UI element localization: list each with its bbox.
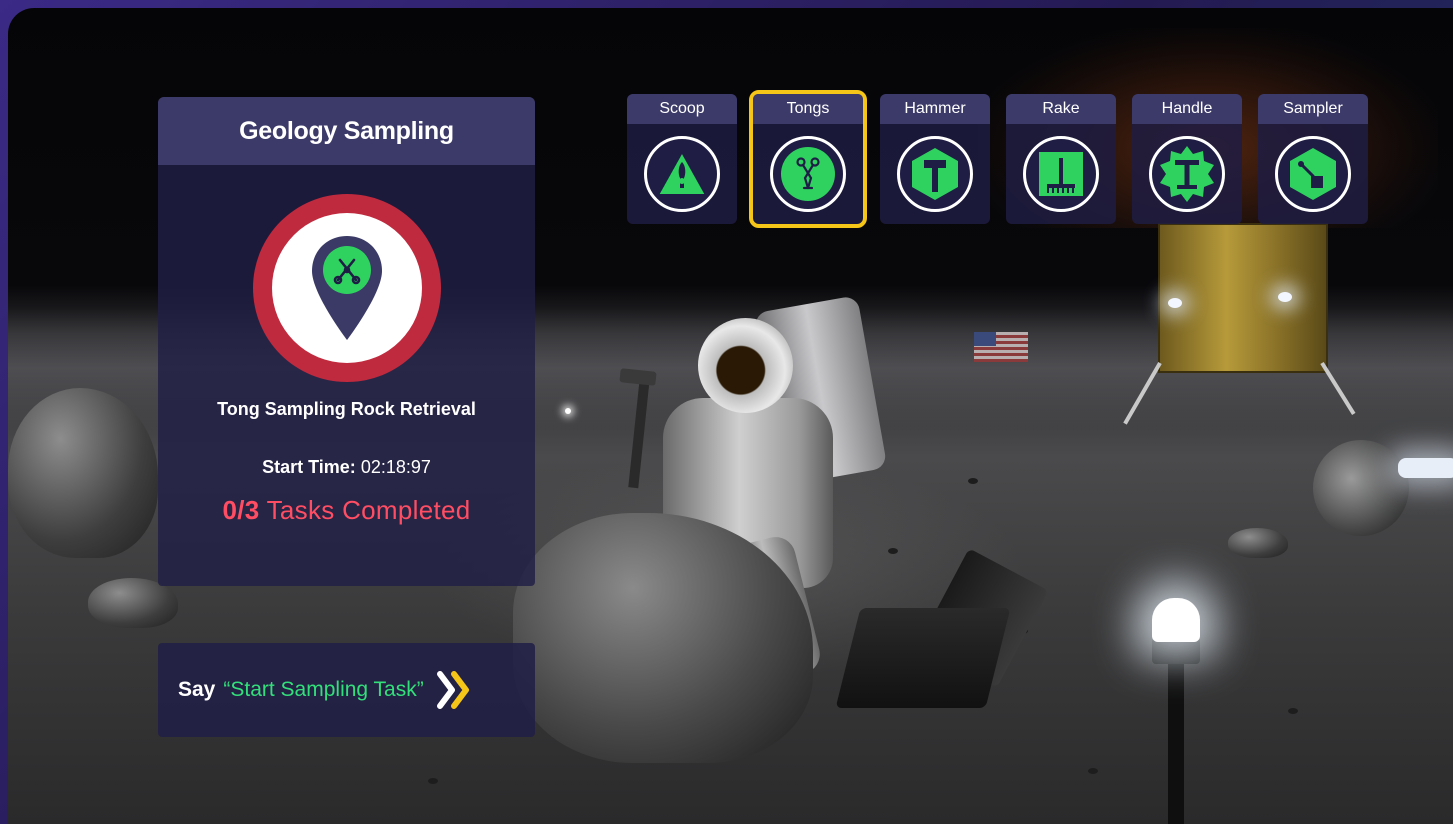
hammer-icon: [897, 136, 973, 212]
rake-icon: [1023, 136, 1099, 212]
tool-label: Hammer: [880, 94, 990, 124]
boulder: [1228, 528, 1288, 558]
task-panel: Geology Sampling Tong Sampling Rock Retr…: [158, 97, 535, 586]
start-time-label: Start Time:: [262, 457, 356, 477]
sampler-icon: [1275, 136, 1351, 212]
tool-scoop[interactable]: Scoop: [627, 94, 737, 224]
lander-light: [1168, 298, 1182, 308]
astronaut-helmet: [698, 318, 793, 413]
task-status-badge: [253, 194, 441, 382]
tool-handle[interactable]: Handle: [1132, 94, 1242, 224]
tool-label: Sampler: [1258, 94, 1368, 124]
progress-label: Tasks Completed: [266, 495, 471, 525]
boulder: [8, 388, 158, 558]
progress-count: 0/3: [222, 495, 260, 525]
tool-label: Rake: [1006, 94, 1116, 124]
lunar-lander: [1158, 223, 1328, 373]
panel-title: Geology Sampling: [239, 116, 454, 145]
say-label: Say: [178, 678, 216, 701]
rover-headlight: [1398, 458, 1453, 478]
start-time-value: 02:18:97: [360, 457, 431, 477]
task-panel-header: Geology Sampling: [158, 97, 535, 165]
pebble: [1088, 768, 1098, 774]
pebble: [968, 478, 978, 484]
task-name: Tong Sampling Rock Retrieval: [217, 399, 476, 419]
location-pin-icon: [312, 236, 382, 340]
tool-rake[interactable]: Rake: [1006, 94, 1116, 224]
lander-light: [1278, 292, 1292, 302]
task-progress: 0/3 Tasks Completed: [158, 495, 535, 526]
task-badge-inner: [272, 213, 422, 363]
beacon-light: [1152, 598, 1200, 642]
scoop-icon: [644, 136, 720, 212]
pebble: [888, 548, 898, 554]
tool-sampler[interactable]: Sampler: [1258, 94, 1368, 224]
pebble: [1288, 708, 1298, 714]
flag: [974, 332, 1028, 362]
beacon-post: [1168, 648, 1184, 824]
tongs-icon: [770, 136, 846, 212]
toolbox: [835, 608, 1011, 708]
tool-hammer[interactable]: Hammer: [880, 94, 990, 224]
marker-light: [565, 408, 571, 414]
tool-label: Scoop: [627, 94, 737, 124]
handle-icon: [1149, 136, 1225, 212]
tool-label: Tongs: [753, 94, 863, 124]
pebble: [428, 778, 438, 784]
voice-command-prompt[interactable]: Say “Start Sampling Task”: [158, 643, 535, 737]
tool-label: Handle: [1132, 94, 1242, 124]
rover-wheel: [1313, 440, 1409, 536]
start-time: Start Time: 02:18:97: [158, 457, 535, 478]
tool-tongs[interactable]: Tongs: [749, 90, 867, 228]
chevron-right-icon: [436, 670, 476, 710]
voice-command-text: “Start Sampling Task”: [223, 678, 424, 701]
